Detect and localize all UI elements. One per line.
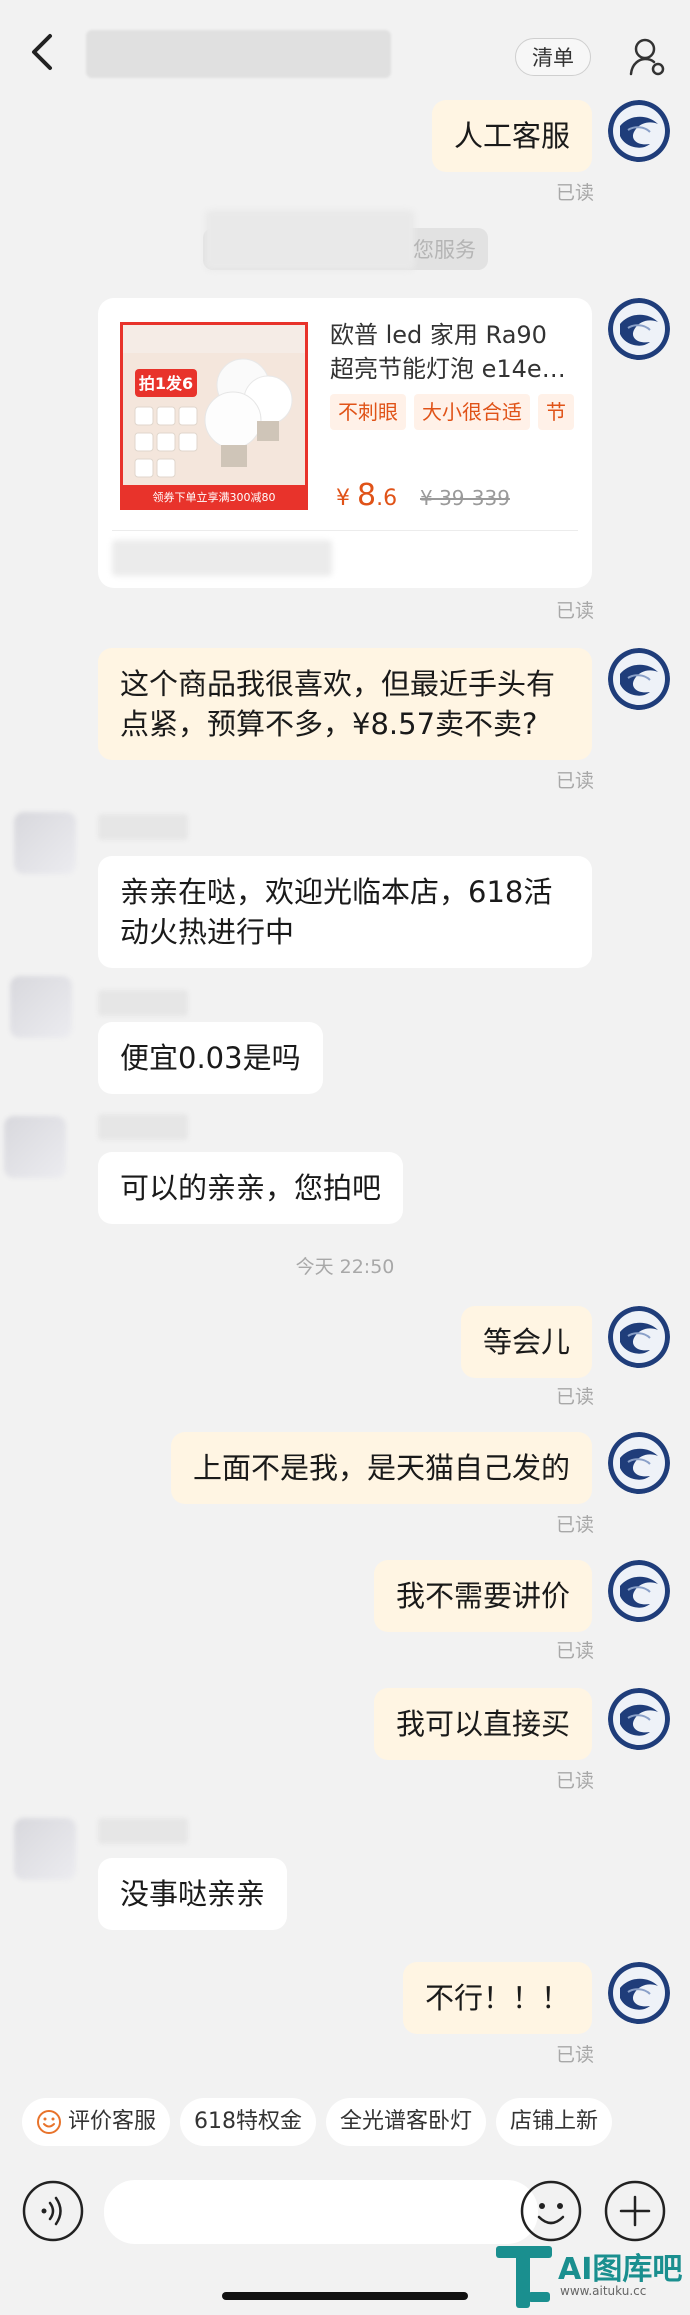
avatar-self[interactable] — [608, 1688, 670, 1750]
plus-icon[interactable] — [604, 2180, 666, 2242]
sender-name-blurred — [98, 814, 188, 840]
product-tags: 不刺眼 大小很合适节 — [330, 394, 592, 430]
quick-reply-bar: 评价客服 618特权金 全光谱客卧灯 店铺上新 — [22, 2098, 622, 2148]
message-text: 不行！！！ — [424, 1981, 570, 2015]
product-badge: 拍1发6 — [139, 374, 193, 393]
watermark-url: www.aituku.cc — [560, 2284, 647, 2298]
product-image[interactable]: 拍1发6 领券下单立享满300减80 — [120, 322, 308, 510]
message-text: 便宜0.03是吗 — [120, 1041, 301, 1075]
product-coupon-text: 领券下单立享满300减80 — [153, 490, 276, 504]
sender-name-blurred — [98, 1818, 188, 1844]
message-text: 没事哒亲亲 — [120, 1877, 266, 1911]
voice-icon[interactable] — [22, 2180, 84, 2242]
avatar-self[interactable] — [608, 1560, 670, 1622]
sender-name-blurred — [98, 1114, 188, 1140]
chevron-left-icon[interactable] — [24, 30, 60, 74]
message-bubble-outgoing: 人工客服 — [431, 100, 592, 172]
quick-reply-rate-service[interactable]: 评价客服 — [22, 2098, 171, 2146]
message-text: 等会儿 — [482, 1325, 570, 1359]
message-text: 上面不是我，是天猫自己发的 — [192, 1451, 570, 1485]
avatar-self[interactable] — [608, 1306, 670, 1368]
sender-name-blurred — [98, 990, 188, 1016]
message-bubble-incoming: 可以的亲亲，您拍吧 — [98, 1152, 404, 1224]
chat-timestamp: 今天 22:50 — [295, 1256, 395, 1278]
message-text-line: 亲亲在哒，欢迎光临本店，618活 — [120, 875, 553, 909]
system-notice-text: 您服务 — [413, 238, 476, 262]
message-bubble-incoming: 没事哒亲亲 — [98, 1858, 288, 1930]
message-text: 我可以直接买 — [395, 1707, 570, 1741]
read-receipt: 已读 — [555, 1386, 594, 1408]
product-title[interactable]: 欧普 led 家用 Ra90 超亮节能灯泡 e14e… — [330, 318, 580, 386]
product-original-price: ¥ 39-339 — [420, 486, 510, 510]
message-text: 我不需要讲价 — [395, 1579, 570, 1613]
home-indicator[interactable] — [222, 2292, 468, 2300]
quick-reply-618[interactable]: 618特权金 — [180, 2098, 317, 2146]
avatar-self[interactable] — [608, 648, 670, 710]
message-bubble-outgoing: 我不需要讲价 — [373, 1560, 592, 1632]
message-bubble-outgoing: 上面不是我，是天猫自己发的 — [170, 1432, 592, 1504]
price-integer: 8 — [357, 478, 377, 513]
list-button[interactable]: 清单 — [515, 38, 591, 76]
user-settings-icon[interactable] — [628, 36, 666, 78]
smile-icon — [37, 2110, 61, 2134]
quick-reply-label: 618特权金 — [194, 2109, 303, 2134]
avatar-self[interactable] — [608, 1962, 670, 2024]
read-receipt: 已读 — [555, 1640, 594, 1662]
avatar-self[interactable] — [608, 298, 670, 360]
message-bubble-outgoing: 等会儿 — [460, 1306, 592, 1378]
system-notice: 您服务 — [203, 210, 488, 270]
message-input[interactable] — [104, 2180, 538, 2244]
read-receipt: 已读 — [555, 1514, 594, 1536]
message-bubble-outgoing: 不行！！！ — [402, 1962, 592, 2034]
product-tag: 节 — [538, 394, 574, 430]
card-divider — [112, 530, 578, 531]
quick-reply-label: 评价客服 — [68, 2109, 157, 2134]
product-price: ¥ 8.6 — [336, 478, 397, 513]
message-bubble-incoming: 便宜0.03是吗 — [98, 1022, 323, 1094]
quick-reply-label: 全光谱客卧灯 — [340, 2109, 473, 2134]
product-tag: 大小很合适 — [414, 394, 530, 430]
message-bubble-outgoing: 这个商品我很喜欢，但最近手头有 点紧，预算不多，¥8.57卖不卖? — [98, 648, 592, 760]
read-receipt: 已读 — [555, 770, 594, 792]
avatar-self[interactable] — [608, 100, 670, 162]
card-footer-blurred — [112, 540, 332, 576]
message-bubble-incoming: 亲亲在哒，欢迎光临本店，618活 动火热进行中 — [98, 856, 592, 968]
emoji-icon[interactable] — [520, 2180, 582, 2242]
quick-reply-new[interactable]: 店铺上新 — [496, 2098, 613, 2146]
avatar-shop[interactable] — [4, 1116, 66, 1178]
avatar-shop[interactable] — [14, 812, 76, 874]
product-title-line: 欧普 led 家用 Ra90 — [330, 321, 547, 349]
avatar-self[interactable] — [608, 1432, 670, 1494]
price-decimal: .6 — [376, 486, 398, 511]
product-card[interactable]: 拍1发6 领券下单立享满300减80 欧普 led 家用 Ra90 超亮节能灯泡… — [98, 298, 592, 588]
message-text-line: 这个商品我很喜欢，但最近手头有 — [120, 667, 556, 701]
chat-header: 清单 — [0, 0, 690, 98]
read-receipt: 已读 — [555, 182, 594, 204]
message-text-line: 点紧，预算不多，¥8.57卖不卖? — [120, 707, 538, 741]
message-text-line: 动火热进行中 — [120, 915, 295, 949]
quick-reply-light[interactable]: 全光谱客卧灯 — [326, 2098, 487, 2146]
avatar-shop[interactable] — [14, 1818, 76, 1880]
product-title-line: 超亮节能灯泡 e14e… — [330, 355, 566, 383]
shop-title-blurred — [86, 30, 391, 78]
quick-reply-label: 店铺上新 — [510, 2109, 599, 2134]
read-receipt: 已读 — [555, 600, 594, 622]
avatar-shop[interactable] — [10, 976, 72, 1038]
message-bubble-outgoing: 我可以直接买 — [373, 1688, 592, 1760]
message-text: 可以的亲亲，您拍吧 — [120, 1171, 382, 1205]
read-receipt: 已读 — [555, 1770, 594, 1792]
read-receipt: 已读 — [555, 2044, 594, 2066]
message-text: 人工客服 — [453, 119, 570, 153]
watermark-text: AI图库吧 — [558, 2252, 683, 2287]
product-tag: 不刺眼 — [330, 394, 406, 430]
price-symbol: ¥ — [336, 486, 350, 511]
